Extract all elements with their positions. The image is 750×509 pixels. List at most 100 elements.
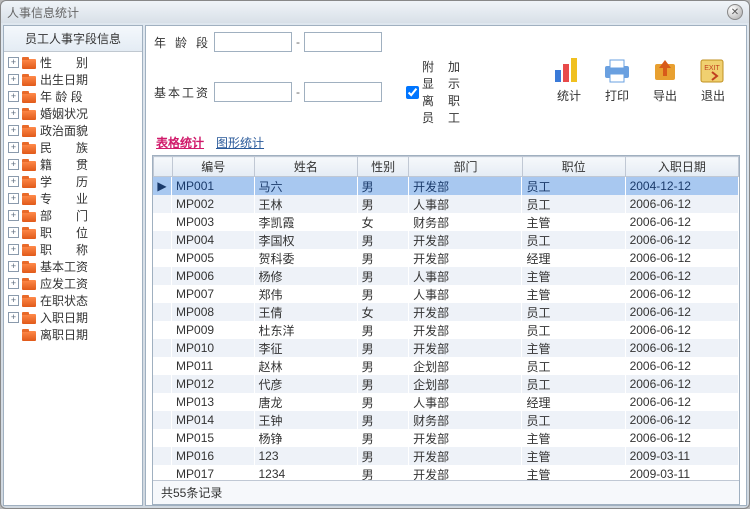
tree-item[interactable]: +籍 贯: [8, 156, 138, 173]
tree-label: 应发工资: [40, 275, 88, 292]
tree-item[interactable]: + 专 业: [8, 190, 138, 207]
cell: 男: [357, 231, 409, 249]
cell: 男: [357, 177, 409, 195]
table-row[interactable]: MP013唐龙男人事部经理2006-06-12: [153, 393, 739, 411]
column-header[interactable]: 性别: [357, 157, 408, 177]
tree-item[interactable]: + 政治面貌: [8, 122, 138, 139]
cell: 2006-06-12: [625, 231, 738, 249]
tree-item[interactable]: +部 门: [8, 207, 138, 224]
row-marker: [153, 231, 172, 249]
tab-chart[interactable]: 图形统计: [214, 132, 266, 153]
cell: 人事部: [409, 195, 522, 213]
tree-item[interactable]: +职 位: [8, 224, 138, 241]
tree-item[interactable]: +基本工资: [8, 258, 138, 275]
exit-icon: EXIT: [696, 55, 730, 85]
table-row[interactable]: MP016123男开发部主管2009-03-11: [153, 447, 739, 465]
show-leave-input[interactable]: [406, 86, 419, 99]
column-header[interactable]: 编号: [172, 157, 254, 177]
table-row[interactable]: MP010李征男开发部主管2006-06-12: [153, 339, 739, 357]
column-header[interactable]: 职位: [522, 157, 625, 177]
cell: MP016: [172, 447, 254, 465]
expand-icon[interactable]: +: [8, 159, 19, 170]
table-row[interactable]: MP005贺科委男开发部经理2006-06-12: [153, 249, 739, 267]
age-label: 年 龄 段: [154, 34, 210, 51]
row-marker: [153, 285, 172, 303]
dash: -: [296, 85, 300, 99]
expand-icon[interactable]: +: [8, 57, 19, 68]
expand-icon[interactable]: +: [8, 278, 19, 289]
cell: 2006-06-12: [625, 249, 738, 267]
expand-icon[interactable]: +: [8, 142, 19, 153]
exit-button[interactable]: EXIT 退出: [696, 55, 730, 104]
expand-icon[interactable]: +: [8, 176, 19, 187]
age-to-input[interactable]: [304, 32, 382, 52]
expand-icon[interactable]: +: [8, 125, 19, 136]
tree-label: 政治面貌: [40, 122, 88, 139]
cell: MP011: [172, 357, 254, 375]
salary-from-input[interactable]: [214, 82, 292, 102]
record-count: 共55条记录: [161, 486, 222, 500]
tree-item[interactable]: +在职状态: [8, 292, 138, 309]
table-row[interactable]: MP015杨铮男开发部主管2006-06-12: [153, 429, 739, 447]
table-row[interactable]: MP011赵林男企划部员工2006-06-12: [153, 357, 739, 375]
tab-table[interactable]: 表格统计: [154, 132, 206, 153]
age-from-input[interactable]: [214, 32, 292, 52]
tree-item[interactable]: + 应发工资: [8, 275, 138, 292]
cell: MP017: [172, 465, 254, 480]
stat-button[interactable]: 统计: [552, 55, 586, 104]
field-tree[interactable]: +性 别+出生日期+年 龄 段+婚姻状况+政治面貌+民 族+籍 贯+学 历+专 …: [4, 52, 142, 505]
expand-icon[interactable]: +: [8, 210, 19, 221]
tree-item[interactable]: +学 历: [8, 173, 138, 190]
expand-icon[interactable]: +: [8, 261, 19, 272]
tree-item[interactable]: +年 龄 段: [8, 88, 138, 105]
table-row[interactable]: MP002王林男人事部员工2006-06-12: [153, 195, 739, 213]
table-row[interactable]: MP004李国权男开发部员工2006-06-12: [153, 231, 739, 249]
column-header[interactable]: 入职日期: [625, 157, 738, 177]
tree-label: 专 业: [40, 190, 88, 207]
salary-to-input[interactable]: [304, 82, 382, 102]
table-row[interactable]: ▶MP001马六男开发部员工2004-12-12: [153, 177, 739, 195]
show-leave-checkbox[interactable]: 附加显示离职员工: [406, 58, 462, 126]
table-row[interactable]: MP014王钟男财务部员工2006-06-12: [153, 411, 739, 429]
expand-icon[interactable]: +: [8, 74, 19, 85]
tree-item[interactable]: +入职日期: [8, 309, 138, 326]
expand-icon[interactable]: +: [8, 244, 19, 255]
tree-item[interactable]: +民 族: [8, 139, 138, 156]
expand-icon[interactable]: +: [8, 312, 19, 323]
cell: 1234: [254, 465, 357, 480]
export-button[interactable]: 导出: [648, 55, 682, 104]
tree-item[interactable]: 离职日期: [8, 326, 138, 343]
cell: 男: [357, 465, 409, 480]
table-row[interactable]: MP012代彦男企划部员工2006-06-12: [153, 375, 739, 393]
table-row[interactable]: MP007郑伟男人事部主管2006-06-12: [153, 285, 739, 303]
cell: 员工: [522, 411, 625, 429]
folder-icon: [22, 57, 36, 69]
table-row[interactable]: MP008王倩女开发部员工2006-06-12: [153, 303, 739, 321]
table-row[interactable]: MP006杨修男人事部主管2006-06-12: [153, 267, 739, 285]
cell: 李凯霞: [254, 213, 357, 231]
cell: 2006-06-12: [625, 357, 738, 375]
table-body[interactable]: ▶MP001马六男开发部员工2004-12-12MP002王林男人事部员工200…: [153, 177, 739, 480]
print-button[interactable]: 打印: [600, 55, 634, 104]
cell: MP013: [172, 393, 254, 411]
row-marker: [153, 213, 172, 231]
cell: 员工: [522, 177, 625, 195]
tree-item[interactable]: +性 别: [8, 54, 138, 71]
column-header[interactable]: 部门: [409, 157, 522, 177]
expand-icon[interactable]: +: [8, 193, 19, 204]
close-icon[interactable]: ✕: [727, 4, 743, 20]
expand-icon[interactable]: +: [8, 108, 19, 119]
cell: 开发部: [409, 249, 522, 267]
column-header[interactable]: 姓名: [254, 157, 357, 177]
expand-icon[interactable]: +: [8, 295, 19, 306]
tree-item[interactable]: +出生日期: [8, 71, 138, 88]
expand-icon[interactable]: +: [8, 91, 19, 102]
table-row[interactable]: MP0171234男开发部主管2009-03-11: [153, 465, 739, 480]
tree-item[interactable]: +职 称: [8, 241, 138, 258]
table-row[interactable]: MP009杜东洋男开发部员工2006-06-12: [153, 321, 739, 339]
table-row[interactable]: MP003李凯霞女财务部主管2006-06-12: [153, 213, 739, 231]
cell: 男: [357, 393, 409, 411]
expand-icon[interactable]: +: [8, 227, 19, 238]
folder-icon: [22, 193, 36, 205]
tree-item[interactable]: +婚姻状况: [8, 105, 138, 122]
